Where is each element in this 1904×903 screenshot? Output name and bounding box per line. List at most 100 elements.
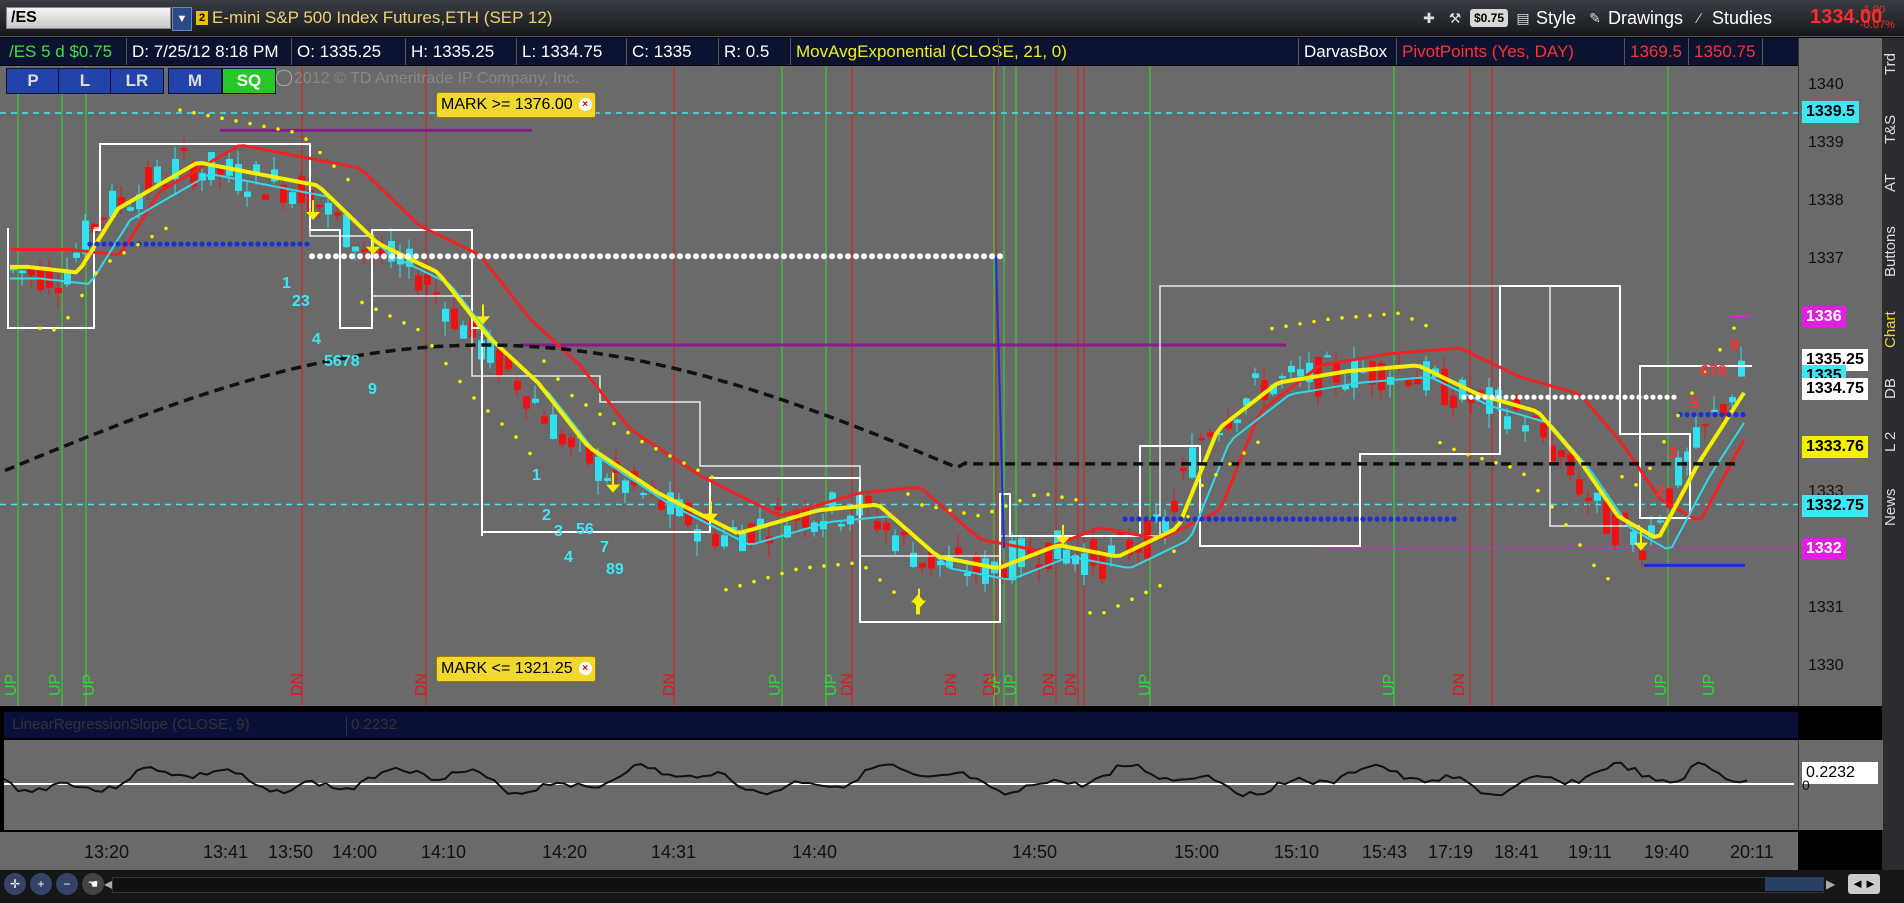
time-scrollbar[interactable] (112, 877, 1824, 893)
symbol-input[interactable]: /ES (6, 7, 171, 29)
white-dot-line (733, 253, 739, 260)
pill-p[interactable]: P (6, 68, 60, 94)
wrench-icon[interactable]: ⚒ (1444, 7, 1466, 29)
close-icon[interactable]: × (578, 98, 592, 111)
white-dot-line (317, 253, 323, 260)
parabolic-dot (962, 511, 966, 515)
tab-level2[interactable]: L 2 (1882, 422, 1904, 462)
white-dot-line (933, 253, 939, 260)
crosshair-icon[interactable]: ✛ (4, 873, 26, 895)
blue-dot-line (1740, 412, 1746, 418)
style-icon[interactable]: ▤ (1512, 7, 1534, 29)
style-button[interactable]: Style (1536, 6, 1576, 30)
blue-dot-line (1248, 516, 1254, 522)
parabolic-dot (416, 327, 420, 332)
link-group-badge[interactable]: 2 (196, 11, 208, 25)
count-label: 9 (1730, 337, 1739, 354)
white-dot-line (781, 253, 787, 260)
crosshair-icon[interactable]: ✚ (1418, 7, 1440, 29)
candle-body (532, 398, 539, 403)
parabolic-dot (276, 127, 280, 131)
price-alert-lower[interactable]: MARK <= 1321.25 × (436, 656, 596, 682)
blue-dot-line (178, 241, 184, 247)
lower-study-name[interactable]: LinearRegressionSlope (CLOSE, 9) (8, 716, 254, 736)
parabolic-dot (234, 119, 238, 123)
blue-dot-line (1360, 516, 1366, 522)
candle-body (433, 291, 440, 295)
blue-dot-line (1409, 516, 1415, 522)
candle-body (748, 523, 755, 545)
blue-dot-line (1430, 516, 1436, 522)
blue-dot-line (290, 241, 296, 247)
candle-body (541, 416, 548, 424)
white-dot-line (309, 253, 315, 260)
study-pivot-label[interactable]: PivotPoints (Yes, DAY) (1396, 38, 1624, 65)
blue-dot-line (262, 241, 268, 247)
price-chart-svg[interactable]: UP UP UP UP UP UP UP UP UP UP UPDN DN DN DN DN DN DN DN DN… (0, 66, 1798, 706)
tab-buttons[interactable]: Buttons (1882, 214, 1904, 290)
parabolic-dot (1242, 451, 1246, 455)
zoom-in-icon[interactable]: + (30, 873, 52, 895)
white-dot-line (437, 253, 443, 260)
studies-icon[interactable]: ∕ (1688, 7, 1710, 29)
pill-lr[interactable]: LR (110, 68, 164, 94)
candle-body (1558, 450, 1565, 458)
parabolic-dot (1634, 482, 1638, 487)
study-ema-label[interactable]: MovAvgExponential (CLOSE, 21, 0) (790, 38, 1067, 65)
tab-chart[interactable]: Chart (1882, 302, 1904, 358)
blue-dot-line (129, 241, 135, 247)
scrollbar-thumb[interactable] (1765, 877, 1823, 891)
tick-value-badge[interactable]: $0.75 (1470, 9, 1508, 27)
blue-dot-line (150, 241, 156, 247)
white-dot-line (837, 253, 843, 260)
white-dot-line (917, 253, 923, 260)
symbol-dropdown-icon[interactable]: ▼ (172, 7, 192, 31)
oscillator-svg (4, 761, 1794, 798)
oscillator-scale[interactable] (1798, 740, 1883, 830)
white-dot-line (573, 253, 579, 260)
price-level-box: 1332 (1802, 538, 1846, 560)
candle-body (874, 521, 881, 530)
drawings-button[interactable]: Drawings (1608, 6, 1683, 30)
parabolic-dot (1088, 610, 1092, 615)
blue-dot-line (234, 241, 240, 247)
hand-icon[interactable]: ☚ (82, 873, 104, 895)
tab-time-sales[interactable]: T&S (1882, 104, 1904, 154)
blue-dot-line (248, 241, 254, 247)
parabolic-dot (1648, 466, 1652, 471)
study-darvas-label[interactable]: DarvasBox (1298, 38, 1396, 65)
white-dot-line (693, 253, 699, 260)
parabolic-dot (1592, 563, 1596, 568)
white-dot-line (629, 253, 635, 260)
pill-m[interactable]: M (168, 68, 222, 94)
blue-dot-line (241, 241, 247, 247)
scroll-right-icon[interactable]: ▶ (1826, 877, 1835, 891)
studies-button[interactable]: Studies (1712, 6, 1772, 30)
close-icon[interactable]: × (578, 662, 592, 675)
tab-db[interactable]: DB (1882, 370, 1904, 408)
white-dot-line (989, 253, 995, 260)
blue-dot-line (115, 241, 121, 247)
parabolic-dot (682, 461, 686, 465)
expand-time-icon[interactable]: ◄► (1848, 874, 1880, 894)
blue-dot-line (1234, 516, 1240, 522)
tab-trd[interactable]: Trd (1882, 44, 1904, 84)
tab-at[interactable]: AT (1882, 166, 1904, 200)
pencil-icon[interactable]: ✎ (1584, 7, 1606, 29)
down-signal-label: DN (289, 673, 306, 696)
price-alert-upper[interactable]: MARK >= 1376.00 × (436, 92, 596, 118)
parabolic-dot (136, 242, 140, 247)
white-dot-line (829, 253, 835, 260)
pill-l[interactable]: L (58, 68, 112, 94)
parabolic-dot (892, 590, 896, 594)
count-label: 3 (554, 523, 563, 540)
bar-close: C: 1335 (626, 38, 718, 65)
tab-news[interactable]: News (1882, 478, 1904, 536)
white-dot-line (1629, 394, 1635, 400)
zoom-out-icon[interactable]: − (56, 873, 78, 895)
study-label-obscured[interactable] (998, 38, 1298, 65)
oscillator-value-box: 0.2232 (1802, 762, 1878, 784)
pill-sq[interactable]: SQ (222, 68, 276, 94)
candle-body (352, 246, 359, 252)
candle-body (154, 166, 161, 183)
